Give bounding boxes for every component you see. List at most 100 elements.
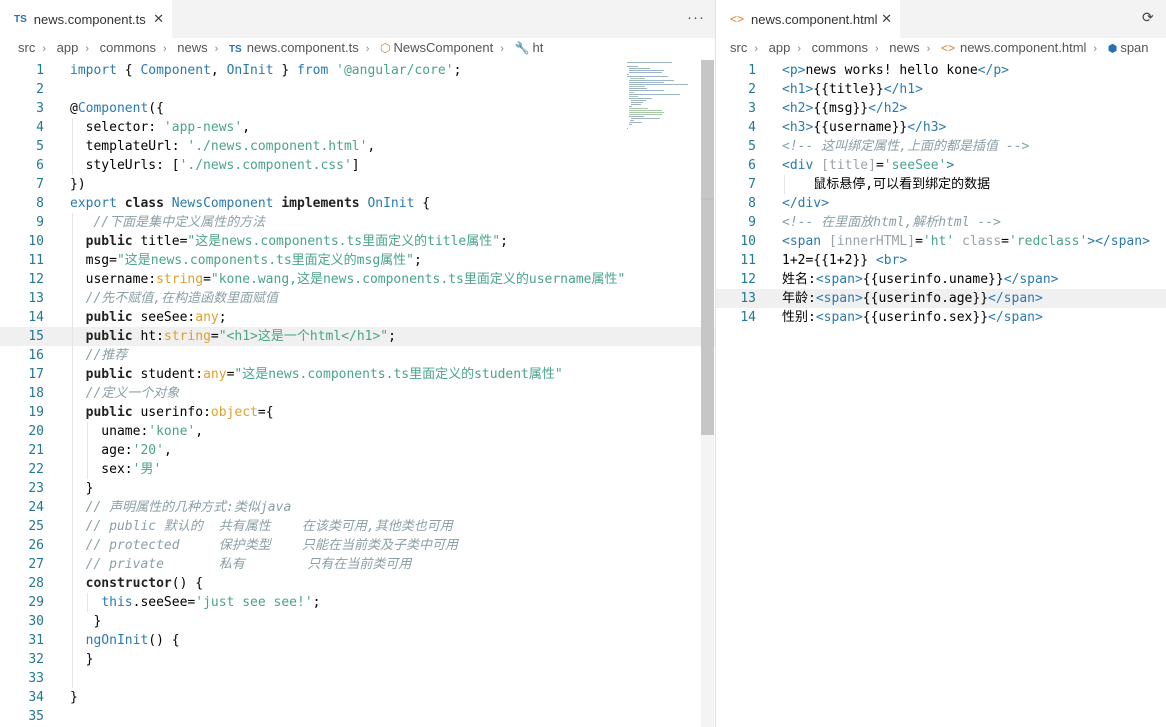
code-line[interactable]: 29 this.seeSee='just see see!';	[0, 593, 715, 612]
chevron-right-icon: ›	[500, 43, 504, 55]
breadcrumb-item[interactable]: app	[57, 40, 79, 55]
tab-news-component-ts[interactable]: TS news.component.ts ✕	[0, 0, 172, 38]
code-line[interactable]: 27 // private 私有 只有在当前类可用	[0, 555, 715, 574]
code-line[interactable]: 28 constructor() {	[0, 574, 715, 593]
code-line[interactable]: 8 </div>	[716, 194, 1166, 213]
minimap-line	[629, 116, 645, 117]
breadcrumb: src › app › commons › news › <> news.componen…	[730, 40, 1166, 60]
breadcrumb-item[interactable]: news	[889, 40, 919, 55]
compare-changes-icon[interactable]: ⟳	[1142, 10, 1158, 26]
code-line[interactable]: 25 // public 默认的 共有属性 在该类可用,其他类也可用	[0, 517, 715, 536]
code-line[interactable]: 13 年龄:<span>{{userinfo.age}}</span>	[716, 289, 1166, 308]
code-line[interactable]: 11 1+2={{1+2}} <br>	[716, 251, 1166, 270]
breadcrumb-item[interactable]: app	[769, 40, 791, 55]
code-line[interactable]: 23 }	[0, 479, 715, 498]
code-line[interactable]: 5 templateUrl: './news.component.html',	[0, 137, 715, 156]
breadcrumb-item[interactable]: ⬢ span	[1108, 40, 1149, 55]
code-line[interactable]: 15 public ht:string="<h1>这是一个html</h1>";	[0, 327, 715, 346]
code-line[interactable]: 34}	[0, 688, 715, 707]
code-line[interactable]: 13 //先不赋值,在构造函数里面赋值	[0, 289, 715, 308]
more-actions-button[interactable]: ···	[687, 9, 705, 26]
code-editor-html[interactable]: 1 <p>news works! hello kone</p> 2 <h1>{{tit…	[716, 60, 1166, 727]
line-number: 10	[28, 234, 44, 249]
line-number: 13	[28, 291, 44, 306]
tab-news-component-html[interactable]: <> news.component.html ✕	[716, 0, 900, 38]
breadcrumb-item[interactable]: TS news.component.ts	[229, 40, 359, 55]
code-line[interactable]: 1 <p>news works! hello kone</p>	[716, 61, 1166, 80]
code-line[interactable]: 19 public userinfo:object={	[0, 403, 715, 422]
code-line[interactable]: 12 姓名:<span>{{userinfo.uname}}</span>	[716, 270, 1166, 289]
code-line[interactable]: 33	[0, 669, 715, 688]
code-line[interactable]: 16 //推荐	[0, 346, 715, 365]
code-line[interactable]: 2 <h1>{{title}}</h1>	[716, 80, 1166, 99]
minimap-line	[629, 108, 648, 109]
code-editor-ts[interactable]: 1 import { Component, OnInit } from '@ang…	[0, 60, 715, 727]
code-line[interactable]: 14 性别:<span>{{userinfo.sex}}</span>	[716, 308, 1166, 327]
line-number: 16	[28, 348, 44, 363]
breadcrumb-item[interactable]: ⬡ NewsComponent	[380, 40, 493, 55]
code-line[interactable]: 24 // 声明属性的几种方式:类似java	[0, 498, 715, 517]
breadcrumb-item[interactable]: commons	[812, 40, 868, 55]
line-number: 32	[28, 652, 44, 667]
breadcrumb-item[interactable]: <> news.component.html	[941, 40, 1086, 55]
code-line[interactable]: 35	[0, 707, 715, 726]
indent-guide	[72, 118, 73, 175]
class-icon: ⬡	[380, 41, 391, 55]
close-icon[interactable]: ✕	[153, 11, 164, 27]
code-line[interactable]: 17 public student:any="这是news.components…	[0, 365, 715, 384]
minimap-line	[629, 96, 638, 97]
code-line[interactable]: 5 <!-- 这叫绑定属性,上面的都是插值 -->	[716, 137, 1166, 156]
code-line[interactable]: 20 uname:'kone',	[0, 422, 715, 441]
minimap-line	[629, 122, 642, 123]
code-line[interactable]: 4 selector: 'app-news',	[0, 118, 715, 137]
minimap[interactable]	[627, 62, 699, 132]
code-line[interactable]: 12 username:string="kone.wang,这是news.com…	[0, 270, 715, 289]
code-line[interactable]: 9 <!-- 在里面放html,解析html -->	[716, 213, 1166, 232]
minimap-line	[627, 74, 629, 75]
breadcrumb-item[interactable]: news	[177, 40, 207, 55]
breadcrumb-item[interactable]: 🔧 ht	[515, 40, 544, 55]
code-line[interactable]: 3 @Component({	[0, 99, 715, 118]
element-icon: ⬢	[1107, 43, 1118, 55]
minimap-line	[629, 106, 632, 107]
breadcrumb-item[interactable]: src	[18, 40, 35, 55]
breadcrumb-item[interactable]: src	[730, 40, 747, 55]
minimap-line	[631, 104, 641, 105]
minimap-line	[629, 94, 681, 95]
breadcrumb-item[interactable]: commons	[100, 40, 156, 55]
code-line[interactable]: 32 }	[0, 650, 715, 669]
code-line[interactable]: 21 age:'20',	[0, 441, 715, 460]
code-line[interactable]: 2	[0, 80, 715, 99]
close-icon[interactable]: ✕	[881, 11, 892, 27]
vertical-scrollbar-track[interactable]	[701, 60, 714, 727]
code-line[interactable]: 10 <span [innerHTML]='ht' class='redclass…	[716, 232, 1166, 251]
code-line[interactable]: 9 //下面是集中定义属性的方法	[0, 213, 715, 232]
minimap-line	[629, 82, 665, 83]
code-line[interactable]: 8 export class NewsComponent implements O…	[0, 194, 715, 213]
minimap-line	[629, 98, 653, 99]
code-line[interactable]: 26 // protected 保护类型 只能在当前类及子类中可用	[0, 536, 715, 555]
code-line[interactable]: 11 msg="这是news.components.ts里面定义的msg属性";	[0, 251, 715, 270]
vertical-scrollbar-thumb[interactable]	[701, 60, 714, 435]
code-line[interactable]: 6 styleUrls: ['./news.component.css']	[0, 156, 715, 175]
minimap-line	[629, 70, 665, 71]
line-number: 35	[28, 709, 44, 724]
code-line[interactable]: 6 <div [title]='seeSee'>	[716, 156, 1166, 175]
code-line[interactable]: 7})	[0, 175, 715, 194]
code-line[interactable]: 31 ngOnInit() {	[0, 631, 715, 650]
code-line[interactable]: 22 sex:'男'	[0, 460, 715, 479]
code-line[interactable]: 3 <h2>{{msg}}</h2>	[716, 99, 1166, 118]
code-line[interactable]: 1 import { Component, OnInit } from '@ang…	[0, 61, 715, 80]
code-text: 鼠标悬停,可以看到绑定的数据	[782, 177, 991, 192]
code-text: public title="这是news.components.ts里面定义的t…	[85, 234, 508, 249]
code-line[interactable]: 18 //定义一个对象	[0, 384, 715, 403]
code-line[interactable]: 30 }	[0, 612, 715, 631]
code-line[interactable]: 10 public title="这是news.components.ts里面定…	[0, 232, 715, 251]
code-line[interactable]: 4 <h3>{{username}}</h3>	[716, 118, 1166, 137]
code-text: this.seeSee='just see see!';	[101, 595, 321, 610]
code-text: <p>news works! hello kone</p>	[782, 63, 1009, 78]
code-text: <!-- 这叫绑定属性,上面的都是插值 -->	[782, 139, 1030, 154]
code-line[interactable]: 14 public seeSee:any;	[0, 308, 715, 327]
code-text: // private 私有 只有在当前类可用	[70, 557, 412, 572]
code-text: uname:'kone',	[70, 424, 204, 439]
